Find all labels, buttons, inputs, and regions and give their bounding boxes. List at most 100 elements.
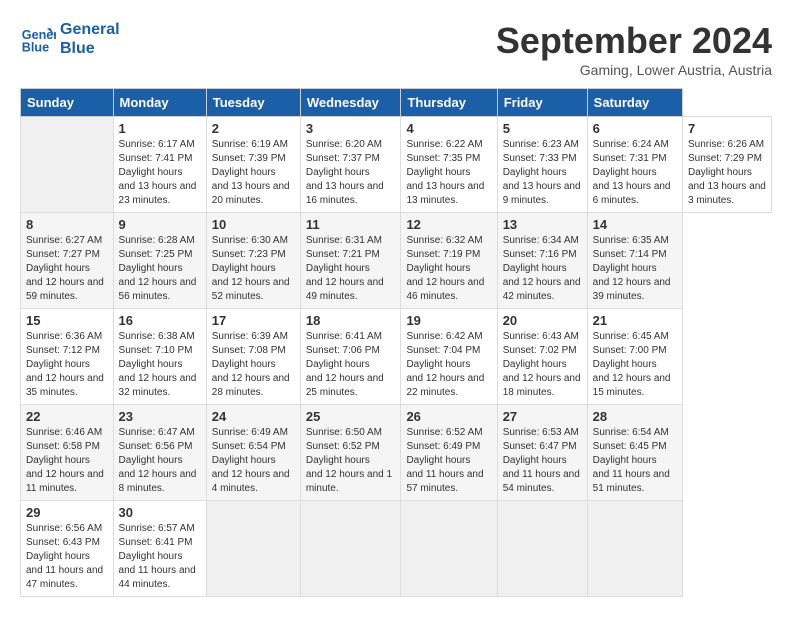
calendar-day-cell: 23 Sunrise: 6:47 AMSunset: 6:56 PMDaylig… xyxy=(113,405,206,501)
calendar-day-cell: 14 Sunrise: 6:35 AMSunset: 7:14 PMDaylig… xyxy=(587,213,682,309)
day-info: Sunrise: 6:50 AMSunset: 6:52 PMDaylight … xyxy=(306,427,392,494)
calendar-day-cell: 7 Sunrise: 6:26 AMSunset: 7:29 PMDayligh… xyxy=(682,117,771,213)
day-info: Sunrise: 6:35 AMSunset: 7:14 PMDaylight … xyxy=(593,235,671,302)
calendar-day-cell xyxy=(401,501,497,597)
day-info: Sunrise: 6:52 AMSunset: 6:49 PMDaylight … xyxy=(406,427,483,494)
day-number: 20 xyxy=(503,313,582,328)
day-info: Sunrise: 6:27 AMSunset: 7:27 PMDaylight … xyxy=(26,235,104,302)
day-info: Sunrise: 6:57 AMSunset: 6:41 PMDaylight … xyxy=(119,523,196,590)
day-number: 29 xyxy=(26,505,108,520)
calendar-day-cell: 3 Sunrise: 6:20 AMSunset: 7:37 PMDayligh… xyxy=(300,117,401,213)
empty-cell xyxy=(21,117,114,213)
calendar-day-cell: 16 Sunrise: 6:38 AMSunset: 7:10 PMDaylig… xyxy=(113,309,206,405)
calendar-body: 1 Sunrise: 6:17 AMSunset: 7:41 PMDayligh… xyxy=(21,117,772,597)
calendar-week-row: 15 Sunrise: 6:36 AMSunset: 7:12 PMDaylig… xyxy=(21,309,772,405)
calendar-day-cell: 29 Sunrise: 6:56 AMSunset: 6:43 PMDaylig… xyxy=(21,501,114,597)
calendar-day-cell: 5 Sunrise: 6:23 AMSunset: 7:33 PMDayligh… xyxy=(497,117,587,213)
day-number: 27 xyxy=(503,409,582,424)
calendar-week-row: 29 Sunrise: 6:56 AMSunset: 6:43 PMDaylig… xyxy=(21,501,772,597)
day-number: 23 xyxy=(119,409,201,424)
calendar-day-cell xyxy=(587,501,682,597)
day-number: 30 xyxy=(119,505,201,520)
day-info: Sunrise: 6:30 AMSunset: 7:23 PMDaylight … xyxy=(212,235,290,302)
day-number: 4 xyxy=(406,121,491,136)
day-number: 15 xyxy=(26,313,108,328)
day-info: Sunrise: 6:19 AMSunset: 7:39 PMDaylight … xyxy=(212,139,290,206)
day-info: Sunrise: 6:54 AMSunset: 6:45 PMDaylight … xyxy=(593,427,670,494)
page-header: General Blue General Blue September 2024… xyxy=(20,20,772,78)
calendar-day-cell: 30 Sunrise: 6:57 AMSunset: 6:41 PMDaylig… xyxy=(113,501,206,597)
title-block: September 2024 Gaming, Lower Austria, Au… xyxy=(496,20,772,78)
calendar-day-cell: 12 Sunrise: 6:32 AMSunset: 7:19 PMDaylig… xyxy=(401,213,497,309)
calendar-day-cell: 4 Sunrise: 6:22 AMSunset: 7:35 PMDayligh… xyxy=(401,117,497,213)
day-number: 28 xyxy=(593,409,677,424)
day-number: 21 xyxy=(593,313,677,328)
day-info: Sunrise: 6:39 AMSunset: 7:08 PMDaylight … xyxy=(212,331,290,398)
calendar-table: SundayMondayTuesdayWednesdayThursdayFrid… xyxy=(20,88,772,597)
day-number: 13 xyxy=(503,217,582,232)
calendar-day-cell: 22 Sunrise: 6:46 AMSunset: 6:58 PMDaylig… xyxy=(21,405,114,501)
calendar-day-cell: 9 Sunrise: 6:28 AMSunset: 7:25 PMDayligh… xyxy=(113,213,206,309)
calendar-day-cell: 20 Sunrise: 6:43 AMSunset: 7:02 PMDaylig… xyxy=(497,309,587,405)
day-number: 18 xyxy=(306,313,396,328)
day-info: Sunrise: 6:53 AMSunset: 6:47 PMDaylight … xyxy=(503,427,580,494)
day-info: Sunrise: 6:47 AMSunset: 6:56 PMDaylight … xyxy=(119,427,197,494)
day-info: Sunrise: 6:43 AMSunset: 7:02 PMDaylight … xyxy=(503,331,581,398)
calendar-day-cell: 17 Sunrise: 6:39 AMSunset: 7:08 PMDaylig… xyxy=(206,309,300,405)
day-number: 8 xyxy=(26,217,108,232)
day-info: Sunrise: 6:22 AMSunset: 7:35 PMDaylight … xyxy=(406,139,484,206)
calendar-day-cell: 18 Sunrise: 6:41 AMSunset: 7:06 PMDaylig… xyxy=(300,309,401,405)
day-info: Sunrise: 6:56 AMSunset: 6:43 PMDaylight … xyxy=(26,523,103,590)
day-info: Sunrise: 6:24 AMSunset: 7:31 PMDaylight … xyxy=(593,139,671,206)
calendar-day-cell: 19 Sunrise: 6:42 AMSunset: 7:04 PMDaylig… xyxy=(401,309,497,405)
calendar-day-cell xyxy=(497,501,587,597)
day-info: Sunrise: 6:38 AMSunset: 7:10 PMDaylight … xyxy=(119,331,197,398)
day-header-saturday: Saturday xyxy=(587,89,682,117)
location-subtitle: Gaming, Lower Austria, Austria xyxy=(496,62,772,78)
day-number: 3 xyxy=(306,121,396,136)
day-number: 6 xyxy=(593,121,677,136)
day-header-tuesday: Tuesday xyxy=(206,89,300,117)
calendar-day-cell: 21 Sunrise: 6:45 AMSunset: 7:00 PMDaylig… xyxy=(587,309,682,405)
day-number: 10 xyxy=(212,217,295,232)
day-number: 1 xyxy=(119,121,201,136)
day-header-thursday: Thursday xyxy=(401,89,497,117)
day-info: Sunrise: 6:34 AMSunset: 7:16 PMDaylight … xyxy=(503,235,581,302)
svg-text:Blue: Blue xyxy=(22,41,49,55)
calendar-day-cell: 28 Sunrise: 6:54 AMSunset: 6:45 PMDaylig… xyxy=(587,405,682,501)
calendar-week-row: 8 Sunrise: 6:27 AMSunset: 7:27 PMDayligh… xyxy=(21,213,772,309)
day-header-monday: Monday xyxy=(113,89,206,117)
day-info: Sunrise: 6:20 AMSunset: 7:37 PMDaylight … xyxy=(306,139,384,206)
day-number: 14 xyxy=(593,217,677,232)
calendar-day-cell: 10 Sunrise: 6:30 AMSunset: 7:23 PMDaylig… xyxy=(206,213,300,309)
day-info: Sunrise: 6:26 AMSunset: 7:29 PMDaylight … xyxy=(688,139,766,206)
day-number: 9 xyxy=(119,217,201,232)
day-number: 22 xyxy=(26,409,108,424)
day-number: 25 xyxy=(306,409,396,424)
day-header-wednesday: Wednesday xyxy=(300,89,401,117)
calendar-day-cell: 11 Sunrise: 6:31 AMSunset: 7:21 PMDaylig… xyxy=(300,213,401,309)
logo-icon: General Blue xyxy=(20,21,56,57)
logo-general: General xyxy=(60,20,120,39)
day-info: Sunrise: 6:42 AMSunset: 7:04 PMDaylight … xyxy=(406,331,484,398)
calendar-day-cell xyxy=(300,501,401,597)
day-number: 5 xyxy=(503,121,582,136)
day-number: 26 xyxy=(406,409,491,424)
day-header-sunday: Sunday xyxy=(21,89,114,117)
day-number: 24 xyxy=(212,409,295,424)
day-info: Sunrise: 6:28 AMSunset: 7:25 PMDaylight … xyxy=(119,235,197,302)
day-info: Sunrise: 6:31 AMSunset: 7:21 PMDaylight … xyxy=(306,235,384,302)
logo-blue: Blue xyxy=(60,39,120,58)
calendar-week-row: 22 Sunrise: 6:46 AMSunset: 6:58 PMDaylig… xyxy=(21,405,772,501)
calendar-day-cell xyxy=(206,501,300,597)
day-info: Sunrise: 6:41 AMSunset: 7:06 PMDaylight … xyxy=(306,331,384,398)
day-header-friday: Friday xyxy=(497,89,587,117)
day-number: 2 xyxy=(212,121,295,136)
month-title: September 2024 xyxy=(496,20,772,62)
calendar-day-cell: 27 Sunrise: 6:53 AMSunset: 6:47 PMDaylig… xyxy=(497,405,587,501)
calendar-day-cell: 24 Sunrise: 6:49 AMSunset: 6:54 PMDaylig… xyxy=(206,405,300,501)
day-info: Sunrise: 6:32 AMSunset: 7:19 PMDaylight … xyxy=(406,235,484,302)
calendar-header-row: SundayMondayTuesdayWednesdayThursdayFrid… xyxy=(21,89,772,117)
day-number: 12 xyxy=(406,217,491,232)
day-number: 19 xyxy=(406,313,491,328)
